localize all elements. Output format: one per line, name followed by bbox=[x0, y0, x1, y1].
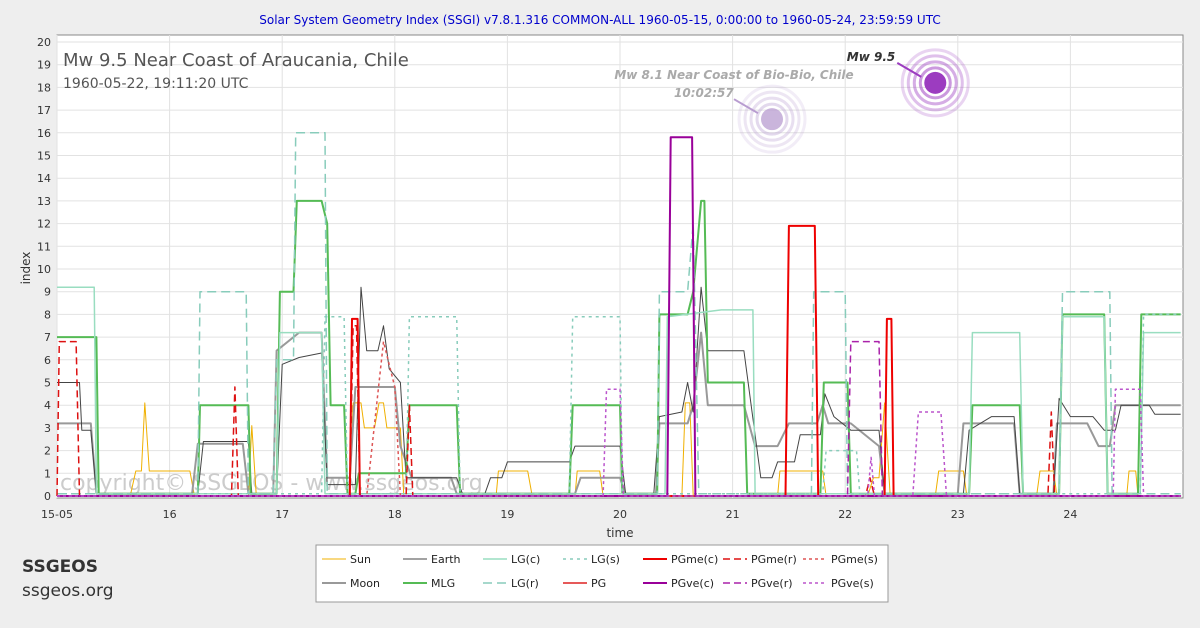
x-tick-label: 18 bbox=[388, 508, 402, 521]
y-tick-label: 18 bbox=[37, 81, 51, 94]
legend-label: Sun bbox=[350, 553, 371, 566]
watermark: copyright© SSGEOS - www.ssgeos.org bbox=[60, 471, 483, 496]
brand-name: SSGEOS bbox=[22, 557, 98, 577]
legend-label: PGme(c) bbox=[671, 553, 718, 566]
y-tick-label: 5 bbox=[44, 377, 51, 390]
x-tick-label: 23 bbox=[951, 508, 965, 521]
legend-label: MLG bbox=[431, 577, 455, 590]
x-axis-label: time bbox=[606, 526, 633, 540]
x-tick-label: 16 bbox=[163, 508, 177, 521]
y-tick-label: 1 bbox=[44, 467, 51, 480]
chart-subtitle: 1960-05-22, 19:11:20 UTC bbox=[63, 76, 249, 92]
y-tick-label: 2 bbox=[44, 445, 51, 458]
y-tick-label: 16 bbox=[37, 127, 51, 140]
legend-label: PGve(s) bbox=[831, 577, 874, 590]
y-tick-label: 8 bbox=[44, 308, 51, 321]
chart-title: Mw 9.5 Near Coast of Araucania, Chile bbox=[63, 50, 409, 71]
x-tick-label: 19 bbox=[500, 508, 514, 521]
quake-label: Mw 8.1 Near Coast of Bio-Bio, Chile bbox=[614, 68, 853, 82]
y-tick-label: 10 bbox=[37, 263, 51, 276]
y-tick-label: 7 bbox=[44, 331, 51, 344]
x-tick-label: 15-05 bbox=[41, 508, 73, 521]
y-tick-label: 4 bbox=[44, 399, 51, 412]
ssgi-chart: Solar System Geometry Index (SSGI) v7.8.… bbox=[19, 13, 1184, 603]
y-tick-label: 9 bbox=[44, 286, 51, 299]
x-tick-label: 22 bbox=[838, 508, 852, 521]
legend-label: Moon bbox=[350, 577, 380, 590]
y-tick-label: 0 bbox=[44, 490, 51, 503]
legend-label: PG bbox=[591, 577, 606, 590]
legend-label: LG(s) bbox=[591, 553, 620, 566]
y-tick-label: 3 bbox=[44, 422, 51, 435]
x-tick-label: 21 bbox=[726, 508, 740, 521]
legend-label: LG(c) bbox=[511, 553, 540, 566]
legend: Sun Moon Earth MLG LG(c) LG(r) LG(s) PG PGme(c) P… bbox=[315, 544, 889, 603]
y-tick-label: 14 bbox=[37, 172, 51, 185]
quake-label: Mw 9.5 bbox=[847, 50, 895, 64]
y-tick-label: 20 bbox=[37, 36, 51, 49]
legend-label: Earth bbox=[431, 553, 461, 566]
legend-label: PGve(c) bbox=[671, 577, 714, 590]
y-tick-label: 13 bbox=[37, 195, 51, 208]
y-tick-label: 11 bbox=[37, 240, 51, 253]
y-axis-label: index bbox=[19, 252, 33, 285]
x-tick-label: 20 bbox=[613, 508, 627, 521]
x-tick-label: 17 bbox=[275, 508, 289, 521]
quake-time-label: 10:02:57 bbox=[674, 86, 734, 100]
watermark-text: copyright© SSGEOS - www.ssgeos.org bbox=[60, 471, 483, 496]
legend-label: PGme(s) bbox=[831, 553, 878, 566]
legend-label: PGme(r) bbox=[751, 553, 797, 566]
quake-dot bbox=[761, 108, 784, 131]
legend-label: LG(r) bbox=[511, 577, 539, 590]
quake-dot bbox=[924, 71, 947, 94]
y-tick-label: 6 bbox=[44, 354, 51, 367]
y-tick-label: 17 bbox=[37, 104, 51, 117]
chart-header: Solar System Geometry Index (SSGI) v7.8.… bbox=[259, 13, 940, 27]
brand-url[interactable]: ssgeos.org bbox=[22, 581, 114, 601]
chart-stage: Solar System Geometry Index (SSGI) v7.8.… bbox=[0, 0, 1200, 628]
legend-label: PGve(r) bbox=[751, 577, 793, 590]
y-tick-label: 12 bbox=[37, 218, 51, 231]
y-tick-label: 15 bbox=[37, 150, 51, 163]
y-tick-label: 19 bbox=[37, 59, 51, 72]
x-tick-label: 24 bbox=[1063, 508, 1077, 521]
